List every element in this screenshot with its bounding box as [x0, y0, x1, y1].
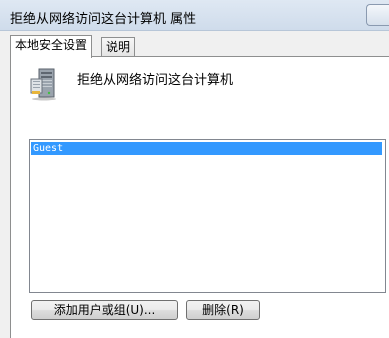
account-list[interactable]: Guest: [29, 139, 386, 293]
window-title: 拒绝从网络访问这台计算机 属性: [10, 12, 197, 27]
title-bar[interactable]: 拒绝从网络访问这台计算机 属性: [0, 0, 389, 31]
add-user-or-group-button[interactable]: 添加用户或组(U)...: [31, 300, 178, 320]
tab-strip: 本地安全设置 说明: [10, 35, 389, 58]
tab-explain[interactable]: 说明: [101, 37, 136, 57]
list-item-guest[interactable]: Guest: [31, 142, 382, 155]
close-icon[interactable]: [366, 4, 389, 26]
policy-name: 拒绝从网络访问这台计算机: [77, 73, 234, 88]
server-computer-icon: [30, 68, 56, 101]
properties-dialog: 拒绝从网络访问这台计算机 属性 本地安全设置 说明 拒绝从网络访问这台计算机 G…: [0, 0, 389, 338]
tab-label: 本地安全设置: [15, 38, 88, 52]
tab-panel: 拒绝从网络访问这台计算机 Guest 添加用户或组(U)... 删除(R): [10, 56, 389, 338]
tab-local-security-setting[interactable]: 本地安全设置: [10, 35, 93, 58]
tab-label: 说明: [106, 40, 131, 54]
remove-button[interactable]: 删除(R): [186, 300, 260, 320]
